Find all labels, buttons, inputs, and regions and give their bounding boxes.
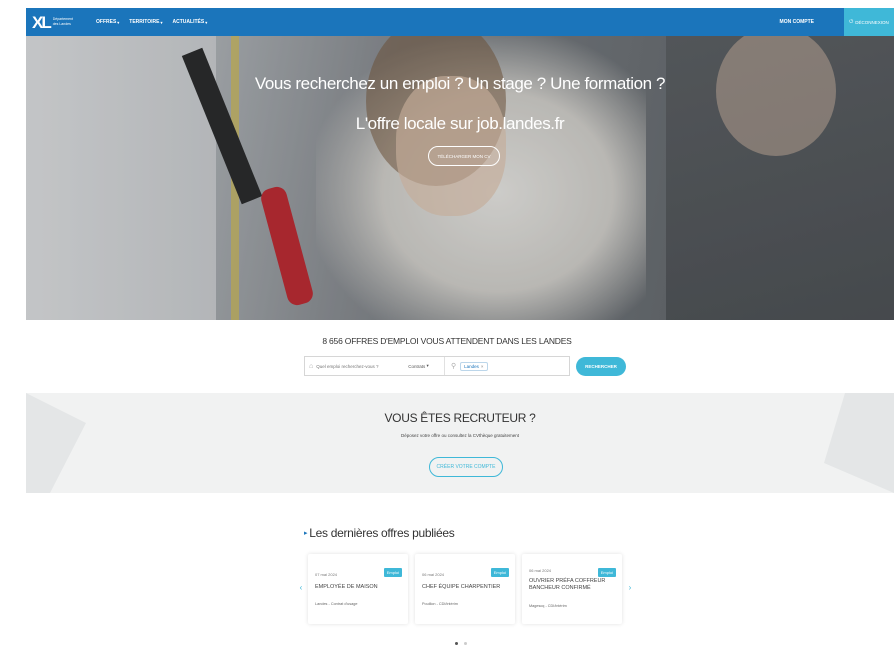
carousel-dot-1[interactable]	[455, 642, 458, 645]
offer-type-badge: Emploi	[490, 568, 509, 577]
upload-cv-button[interactable]: TÉLÉCHARGER MON CV	[428, 146, 500, 166]
location-pin-icon: ⚲	[451, 363, 457, 370]
location-tag[interactable]: Landes ×	[460, 361, 488, 371]
nav-item-actualites[interactable]: ACTUALITÉS ▾	[173, 19, 208, 25]
chevron-down-icon: ▾	[117, 19, 120, 25]
offer-card[interactable]: 06 mai 2024 Emploi CHEF ÉQUIPE CHARPENTI…	[415, 554, 515, 624]
nav-label: OFFRES	[96, 19, 117, 25]
job-search-form: ⌂ Contrats ▾ ⚲ Landes×	[304, 356, 570, 376]
location-field-wrap[interactable]: ⚲ Landes ×	[445, 357, 569, 375]
nav-item-offres[interactable]: OFFRES ▾	[96, 19, 119, 25]
job-query-input[interactable]	[316, 363, 405, 369]
contract-type-select[interactable]: Contrats ▾	[408, 363, 429, 369]
chevron-left-icon: ‹	[299, 582, 303, 592]
decor-shard-right	[824, 393, 894, 493]
carousel-next-button[interactable]: ›	[625, 581, 635, 593]
chevron-down-icon: ▾	[205, 19, 208, 25]
latest-offers-heading: ▸ Les dernières offres publiées	[304, 526, 455, 540]
nav-label: ACTUALITÉS	[172, 19, 205, 25]
chevron-down-icon: ▾	[426, 363, 429, 368]
decor-shard-left	[26, 393, 86, 493]
offer-type-badge: Emploi	[597, 568, 616, 577]
caret-right-icon: ▸	[304, 530, 308, 537]
landes-logo[interactable]: XL Département des Landes	[32, 14, 82, 31]
contract-label: Contrats	[408, 363, 426, 369]
my-account-link[interactable]: MON COMPTE	[780, 19, 814, 25]
logout-button[interactable]: ⏻ DÉCONNEXION	[844, 8, 894, 36]
nav-item-territoire[interactable]: TERRITOIRE ▾	[129, 19, 162, 25]
location-tag-label: Landes	[464, 363, 479, 369]
latest-offers-title: Les dernières offres publiées	[309, 526, 455, 540]
search-button[interactable]: RECHERCHER	[576, 357, 626, 376]
recruiter-subtitle: Déposez votre offre ou consultez la CVth…	[401, 433, 519, 438]
offer-meta: Pouillon - CDI/intérim	[422, 602, 458, 606]
offer-card[interactable]: 07 mai 2024 Emploi EMPLOYÉE DE MAISON La…	[308, 554, 408, 624]
offers-count-heading: 8 656 OFFRES D'EMPLOI VOUS ATTENDENT DAN…	[322, 336, 572, 346]
chevron-right-icon: ›	[628, 582, 632, 592]
logo-mark: XL	[32, 12, 52, 32]
nav-label: TERRITOIRE	[129, 19, 160, 25]
chevron-down-icon: ▾	[160, 19, 163, 25]
offer-date: 06 mai 2024	[422, 572, 445, 577]
offer-title: EMPLOYÉE DE MAISON	[315, 584, 378, 590]
hero-subtitle: L'offre locale sur job.landes.fr	[355, 114, 565, 133]
top-navbar: XL Département des Landes OFFRES ▾ TERRIT…	[26, 8, 894, 36]
hero-title: Vous recherchez un emploi ? Un stage ? U…	[254, 74, 666, 93]
offer-meta: Magescq - CDI/intérim	[529, 604, 567, 608]
offer-date: 06 mai 2024	[529, 568, 552, 573]
offer-title: OUVRIER PRÉFA COFFREUR BANCHEUR CONFIRMÉ	[529, 578, 606, 592]
logout-label: DÉCONNEXION	[855, 19, 889, 25]
header-actions: MON COMPTE ⏻ DÉCONNEXION	[780, 8, 894, 36]
logo-text: Département des Landes	[52, 17, 73, 26]
create-account-button[interactable]: CRÉER VOTRE COMPTE	[429, 457, 503, 477]
carousel-dot-2[interactable]	[464, 642, 467, 645]
offer-title: CHEF ÉQUIPE CHARPENTIER	[422, 584, 501, 590]
offer-date: 07 mai 2024	[315, 572, 338, 577]
recruiter-title: VOUS ÊTES RECRUTEUR ?	[384, 411, 536, 425]
power-icon: ⏻	[849, 19, 854, 25]
briefcase-icon: ⌂	[309, 362, 314, 370]
hero-content: Vous recherchez un emploi ? Un stage ? U…	[26, 36, 894, 320]
hero-banner: Vous recherchez un emploi ? Un stage ? U…	[26, 36, 894, 320]
query-field-wrap: ⌂ Contrats ▾	[305, 357, 445, 375]
main-nav: OFFRES ▾ TERRITOIRE ▾ ACTUALITÉS ▾	[96, 19, 207, 25]
offer-card[interactable]: 06 mai 2024 Emploi OUVRIER PRÉFA COFFREU…	[522, 554, 622, 624]
carousel-pagination	[455, 642, 467, 645]
recruiter-section: VOUS ÊTES RECRUTEUR ? Déposez votre offr…	[26, 393, 894, 493]
close-icon[interactable]: ×	[481, 364, 484, 369]
carousel-prev-button[interactable]: ‹	[296, 581, 306, 593]
offer-type-badge: Emploi	[383, 568, 402, 577]
offer-meta: Landes - Contrat d'usage	[315, 602, 358, 606]
